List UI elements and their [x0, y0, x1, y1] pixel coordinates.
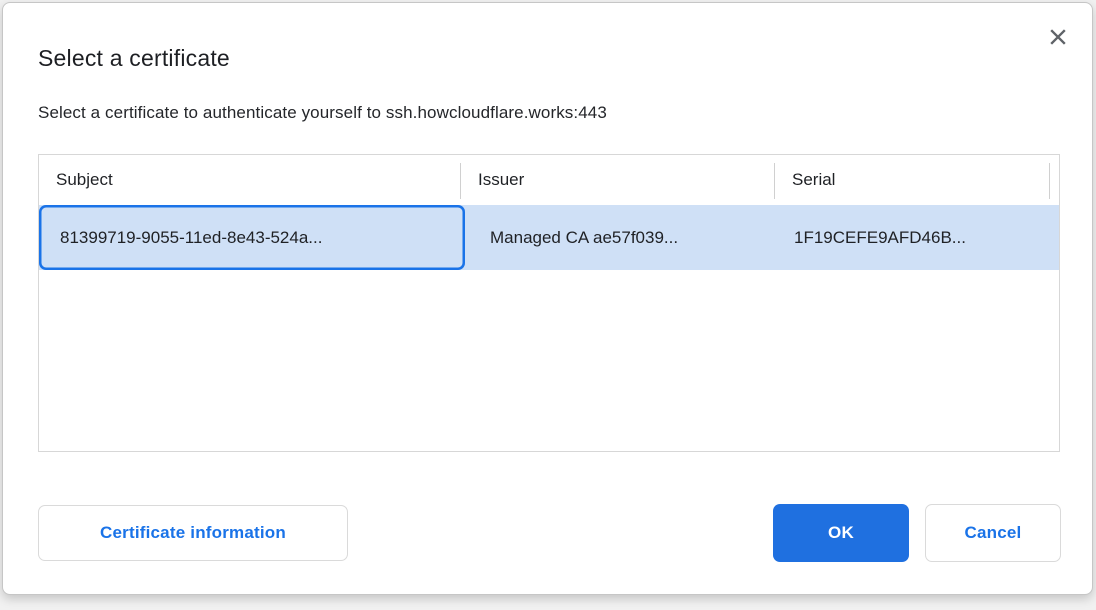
dialog-subtitle: Select a certificate to authenticate you…	[38, 103, 607, 123]
certificate-row-issuer: Managed CA ae57f039...	[465, 205, 778, 270]
dialog-title: Select a certificate	[38, 45, 230, 72]
column-header-subject: Subject	[39, 155, 461, 205]
certificate-row-subject: 81399719-9055-11ed-8e43-524a...	[39, 205, 465, 270]
column-header-serial: Serial	[775, 155, 1050, 205]
certificate-table: Subject Issuer Serial 81399719-9055-11ed…	[38, 154, 1060, 452]
table-header-row: Subject Issuer Serial	[39, 155, 1059, 205]
certificate-row-serial: 1F19CEFE9AFD46B...	[778, 205, 1053, 270]
close-button[interactable]	[1042, 21, 1074, 53]
column-header-issuer: Issuer	[461, 155, 775, 205]
close-icon	[1046, 37, 1070, 52]
ok-button[interactable]: OK	[773, 504, 909, 562]
cancel-button[interactable]: Cancel	[925, 504, 1061, 562]
certificate-row[interactable]: 81399719-9055-11ed-8e43-524a... Managed …	[39, 205, 1059, 270]
certificate-information-button[interactable]: Certificate information	[38, 505, 348, 561]
column-header-stub	[1050, 155, 1059, 205]
certificate-select-dialog: Select a certificate Select a certificat…	[2, 2, 1093, 595]
